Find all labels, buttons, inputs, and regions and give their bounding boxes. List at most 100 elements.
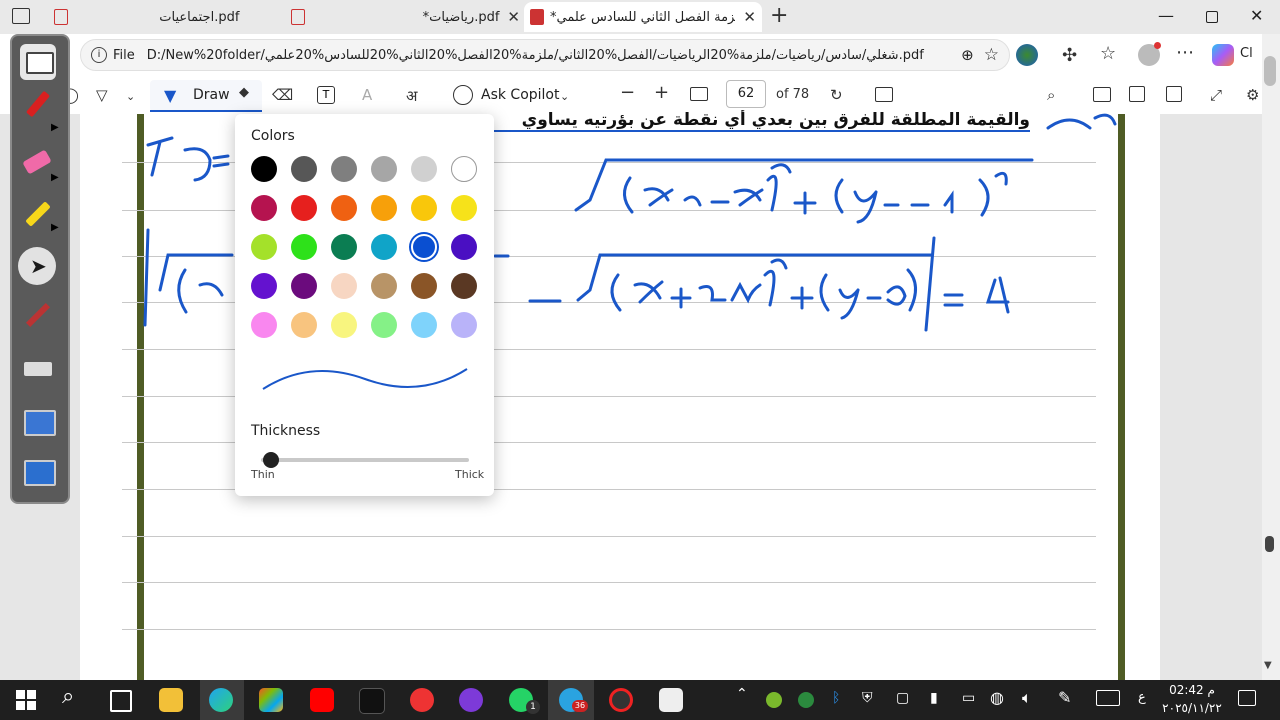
network-globe-icon[interactable]: ◍ [990, 688, 1004, 707]
color-swatch[interactable] [251, 234, 277, 260]
triangle-icon: ▶ [51, 222, 59, 233]
ink-stroke [924, 236, 936, 332]
color-swatch[interactable] [331, 156, 357, 182]
color-swatch[interactable] [331, 195, 357, 221]
color-swatch[interactable] [451, 312, 477, 338]
color-swatch[interactable] [371, 156, 397, 182]
thickness-slider-thumb[interactable] [263, 452, 280, 468]
color-swatch[interactable] [291, 234, 317, 260]
color-swatch[interactable] [331, 273, 357, 299]
thickness-slider-track[interactable] [261, 458, 469, 462]
thin-label: Thin [251, 468, 275, 481]
clock-date[interactable]: ٢٠٢٥/١١/٢٢ [1162, 701, 1222, 715]
color-swatch[interactable] [291, 195, 317, 221]
bluetooth-icon[interactable]: ᛒ [832, 690, 840, 706]
color-swatch[interactable] [451, 234, 477, 260]
ink-stroke [834, 178, 844, 214]
color-swatch[interactable] [371, 312, 397, 338]
tray-app-icon[interactable] [766, 692, 782, 708]
ink-stroke [610, 273, 622, 312]
whatsapp-badge: 1 [526, 700, 540, 714]
color-swatch[interactable] [451, 156, 477, 182]
scroll-down-icon[interactable]: ▼ [1264, 660, 1272, 671]
search-icon[interactable]: ⌕ [62, 684, 74, 709]
tiktok-icon[interactable] [359, 688, 385, 714]
ink-stroke [212, 154, 230, 168]
color-swatch[interactable] [251, 156, 277, 182]
color-swatch[interactable] [411, 195, 437, 221]
notification-icon[interactable] [1238, 690, 1256, 706]
color-swatch[interactable] [371, 273, 397, 299]
color-swatch[interactable] [411, 156, 437, 182]
draw-options-popup: Colors Thickness Thin Thick [235, 114, 494, 496]
vertical-scrollbar[interactable] [1262, 34, 1280, 680]
screen-capture-icon[interactable] [24, 460, 56, 486]
ink-stroke [819, 273, 830, 312]
ink-stroke [146, 136, 174, 177]
scrollbar-thumb-top[interactable] [1264, 56, 1276, 86]
color-swatch[interactable] [451, 195, 477, 221]
stroke-preview-curve [262, 368, 468, 390]
touch-keyboard-icon[interactable] [1096, 690, 1120, 706]
color-swatch[interactable] [291, 273, 317, 299]
color-swatch[interactable] [251, 273, 277, 299]
thickness-title: Thickness [251, 423, 321, 439]
windows-start-icon[interactable] [16, 690, 36, 710]
phone-link-icon[interactable]: ▢ [896, 690, 909, 706]
ink-annotations [143, 113, 1117, 332]
camera-icon[interactable]: ▭ [962, 690, 975, 706]
store-icon[interactable] [259, 688, 283, 712]
ink-stroke [623, 176, 634, 214]
ink-stroke [177, 268, 188, 314]
color-swatch[interactable] [371, 195, 397, 221]
color-swatch[interactable] [251, 195, 277, 221]
ink-stroke [643, 187, 674, 207]
color-swatch[interactable] [251, 312, 277, 338]
ink-stroke [994, 171, 1008, 186]
ink-stroke [698, 285, 727, 302]
task-view-icon[interactable] [110, 690, 132, 712]
keyboard-icon[interactable] [24, 362, 52, 376]
ink-stroke [853, 190, 878, 224]
ink-stroke [886, 285, 907, 306]
ink-stroke [985, 276, 1010, 314]
youtube-icon[interactable] [310, 688, 334, 712]
input-language[interactable]: ع [1138, 690, 1146, 705]
cursor-icon: ➤ [30, 254, 47, 278]
triangle-icon: ▶ [51, 172, 59, 183]
scrollbar-thumb[interactable] [1265, 536, 1274, 552]
security-shield-icon[interactable]: ⛨ [862, 690, 873, 706]
color-swatch[interactable] [331, 312, 357, 338]
iptv-icon[interactable] [459, 688, 483, 712]
ink-stroke [978, 178, 990, 217]
clock-time[interactable]: 02:42 م [1168, 683, 1216, 697]
ink-stroke [683, 195, 702, 207]
microphone-icon[interactable]: ▮ [930, 690, 938, 706]
notepad-icon [26, 52, 54, 74]
screen-recorder-icon[interactable] [609, 688, 633, 712]
color-swatch[interactable] [451, 273, 477, 299]
ink-stroke [793, 191, 817, 215]
ink-stroke [670, 287, 692, 309]
color-swatch[interactable] [411, 312, 437, 338]
color-swatch[interactable] [371, 234, 397, 260]
color-swatch[interactable] [291, 156, 317, 182]
ink-stroke [943, 293, 964, 307]
annotation-app-icon[interactable] [659, 688, 683, 712]
tray-app-icon[interactable] [798, 692, 814, 708]
volume-icon[interactable]: 🔈︎ [1022, 688, 1032, 708]
file-explorer-icon[interactable] [159, 688, 183, 712]
whiteboard-icon[interactable] [24, 410, 56, 436]
color-swatch[interactable] [411, 273, 437, 299]
ink-stroke [198, 282, 224, 297]
chevron-up-icon[interactable]: ⌃ [736, 686, 748, 702]
color-swatch[interactable] [331, 234, 357, 260]
color-swatch[interactable] [291, 312, 317, 338]
ink-stroke [730, 281, 762, 304]
triangle-icon: ▶ [51, 122, 59, 133]
pen-tray-icon[interactable]: ✎ [1058, 688, 1071, 707]
color-swatch[interactable] [411, 234, 437, 260]
ink-stroke [143, 228, 234, 327]
edge-icon[interactable] [209, 688, 233, 712]
paint-icon[interactable] [410, 688, 434, 712]
